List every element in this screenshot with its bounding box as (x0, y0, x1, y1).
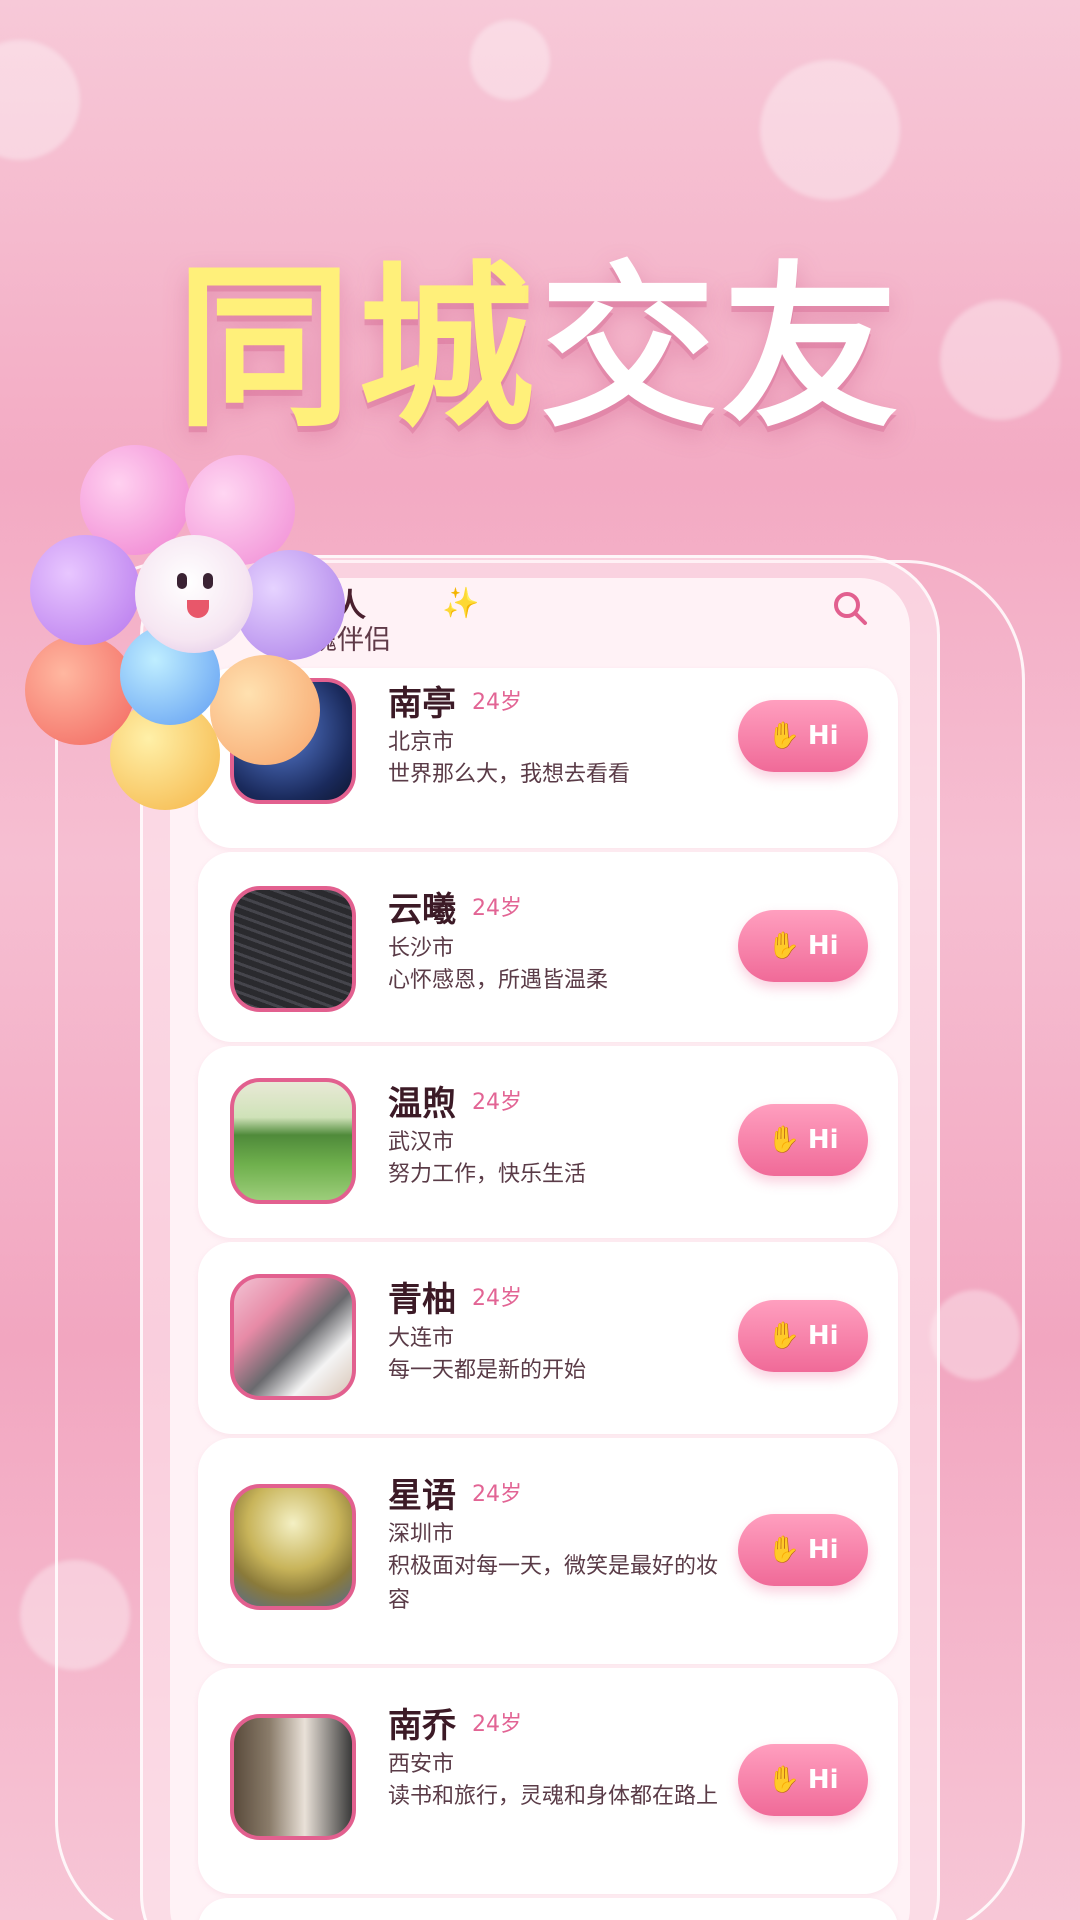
user-name: 温煦 (388, 1084, 456, 1124)
user-card[interactable]: 云曦 24岁 长沙市心怀感恩，所遇皆温柔 ✋ Hi (198, 852, 898, 1042)
user-city: 北京市 (388, 730, 455, 755)
hi-label: Hi (807, 1535, 839, 1565)
user-name: 星语 (388, 1476, 456, 1516)
hi-label: Hi (807, 931, 839, 961)
user-name: 南亭 (388, 684, 456, 724)
say-hi-button[interactable]: ✋ Hi (738, 1514, 868, 1586)
headline-part-1: 同城 (175, 246, 540, 451)
say-hi-button[interactable]: ✋ Hi (738, 910, 868, 982)
petal (210, 655, 320, 765)
headline-part-2: 交友 (540, 246, 905, 451)
user-age: 24岁 (472, 896, 522, 921)
user-city: 长沙市 (388, 936, 455, 961)
say-hi-button[interactable]: ✋ Hi (738, 1104, 868, 1176)
avatar[interactable] (230, 1274, 356, 1400)
hi-label: Hi (807, 1321, 839, 1351)
headline: 同城交友 (0, 205, 1080, 460)
user-age: 24岁 (472, 1090, 522, 1115)
user-bio: 读书和旅行，灵魂和身体都在路上 (388, 1784, 719, 1809)
wave-hand-icon: ✋ (767, 1535, 800, 1565)
search-icon[interactable] (830, 588, 870, 628)
user-city: 西安市 (388, 1752, 455, 1777)
mascot-eye (177, 573, 187, 589)
wave-hand-icon: ✋ (767, 931, 800, 961)
bokeh-light (760, 60, 900, 200)
user-age: 24岁 (472, 1482, 522, 1507)
avatar[interactable] (230, 1078, 356, 1204)
user-bio: 每一天都是新的开始 (388, 1358, 587, 1383)
wave-hand-icon: ✋ (767, 1125, 800, 1155)
user-name: 南乔 (388, 1706, 456, 1746)
user-name: 云曦 (388, 890, 456, 930)
mascot-mouth (187, 600, 209, 618)
say-hi-button[interactable]: ✋ Hi (738, 1744, 868, 1816)
avatar[interactable] (230, 1484, 356, 1610)
balloon-flower-mascot (15, 440, 345, 820)
sparkle-icon: ✨ (442, 586, 480, 621)
user-card[interactable] (198, 1898, 898, 1920)
petal (30, 535, 140, 645)
mascot-face (135, 535, 253, 653)
user-bio: 积极面对每一天，微笑是最好的妆容 (388, 1554, 719, 1613)
user-card[interactable]: 南乔 24岁 西安市读书和旅行，灵魂和身体都在路上 ✋ Hi (198, 1668, 898, 1894)
say-hi-button[interactable]: ✋ Hi (738, 700, 868, 772)
say-hi-button[interactable]: ✋ Hi (738, 1300, 868, 1372)
user-age: 24岁 (472, 690, 522, 715)
user-age: 24岁 (472, 1286, 522, 1311)
wave-hand-icon: ✋ (767, 1765, 800, 1795)
hi-label: Hi (807, 1765, 839, 1795)
user-card[interactable]: 温煦 24岁 武汉市努力工作，快乐生活 ✋ Hi (198, 1046, 898, 1238)
hi-label: Hi (807, 721, 839, 751)
user-city: 武汉市 (388, 1130, 455, 1155)
wave-hand-icon: ✋ (767, 721, 800, 751)
user-bio: 世界那么大，我想去看看 (388, 762, 631, 787)
hi-label: Hi (807, 1125, 839, 1155)
petal (25, 635, 135, 745)
mascot-eye (203, 573, 213, 589)
user-age: 24岁 (472, 1712, 522, 1737)
bokeh-light (470, 20, 550, 100)
avatar[interactable] (230, 886, 356, 1012)
user-card[interactable]: 青柚 24岁 大连市每一天都是新的开始 ✋ Hi (198, 1242, 898, 1434)
user-city: 大连市 (388, 1326, 455, 1351)
user-bio: 心怀感恩，所遇皆温柔 (388, 968, 609, 993)
wave-hand-icon: ✋ (767, 1321, 800, 1351)
user-city: 深圳市 (388, 1522, 455, 1547)
user-name: 青柚 (388, 1280, 456, 1320)
user-card[interactable]: 星语 24岁 深圳市积极面对每一天，微笑是最好的妆容 ✋ Hi (198, 1438, 898, 1664)
user-list: 南亭 24岁 北京市 世界那么大，我想去看看 ✋ Hi 云曦 24岁 长沙市 心怀感恩，所遇皆温柔… (198, 668, 898, 1920)
avatar[interactable] (230, 1714, 356, 1840)
user-bio: 努力工作，快乐生活 (388, 1162, 587, 1187)
bokeh-light (0, 40, 80, 160)
